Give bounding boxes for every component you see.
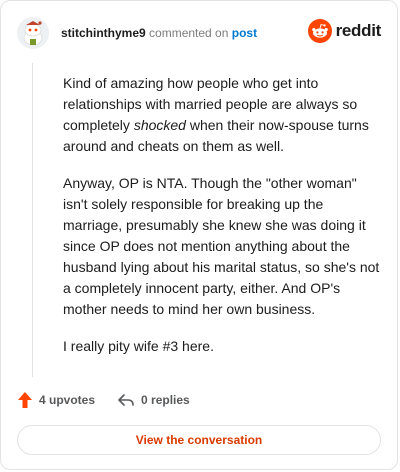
reddit-logo[interactable]: reddit	[307, 19, 382, 43]
post-link[interactable]: post	[232, 26, 257, 40]
reply-arrow-icon	[118, 394, 134, 406]
comment-paragraph-1: Kind of amazing how people who get into …	[63, 73, 381, 157]
avatar[interactable]	[17, 17, 49, 49]
comment-header: stitchinthyme9 commented on post reddit	[17, 17, 382, 55]
reddit-wordmark: reddit	[335, 21, 382, 40]
comment-card: stitchinthyme9 commented on post reddit …	[0, 0, 398, 470]
comment-meta: stitchinthyme9 commented on post	[61, 25, 257, 41]
comment-actions: 4 upvotes 0 replies	[17, 389, 381, 411]
reply-button[interactable]: 0 replies	[117, 392, 190, 408]
upvote-arrow-icon	[18, 392, 32, 408]
snoo-avatar-icon	[17, 17, 49, 49]
comment-paragraph-2: Anyway, OP is NTA. Though the "other wom…	[63, 175, 380, 317]
username-link[interactable]: stitchinthyme9	[61, 26, 146, 40]
upvote-count: 4 upvotes	[39, 393, 96, 407]
reddit-snoo-icon	[307, 19, 332, 43]
comment-paragraph-3: I really pity wife #3 here.	[63, 338, 214, 354]
comment-body: Kind of amazing how people who get into …	[63, 73, 381, 373]
emphasized-text: shocked	[133, 117, 186, 133]
thread-line	[32, 63, 33, 377]
upvote-button[interactable]: 4 upvotes	[17, 391, 95, 409]
commented-on-text: commented on	[149, 26, 229, 40]
reply-count: 0 replies	[141, 393, 190, 407]
view-conversation-button[interactable]: View the conversation	[17, 425, 381, 455]
